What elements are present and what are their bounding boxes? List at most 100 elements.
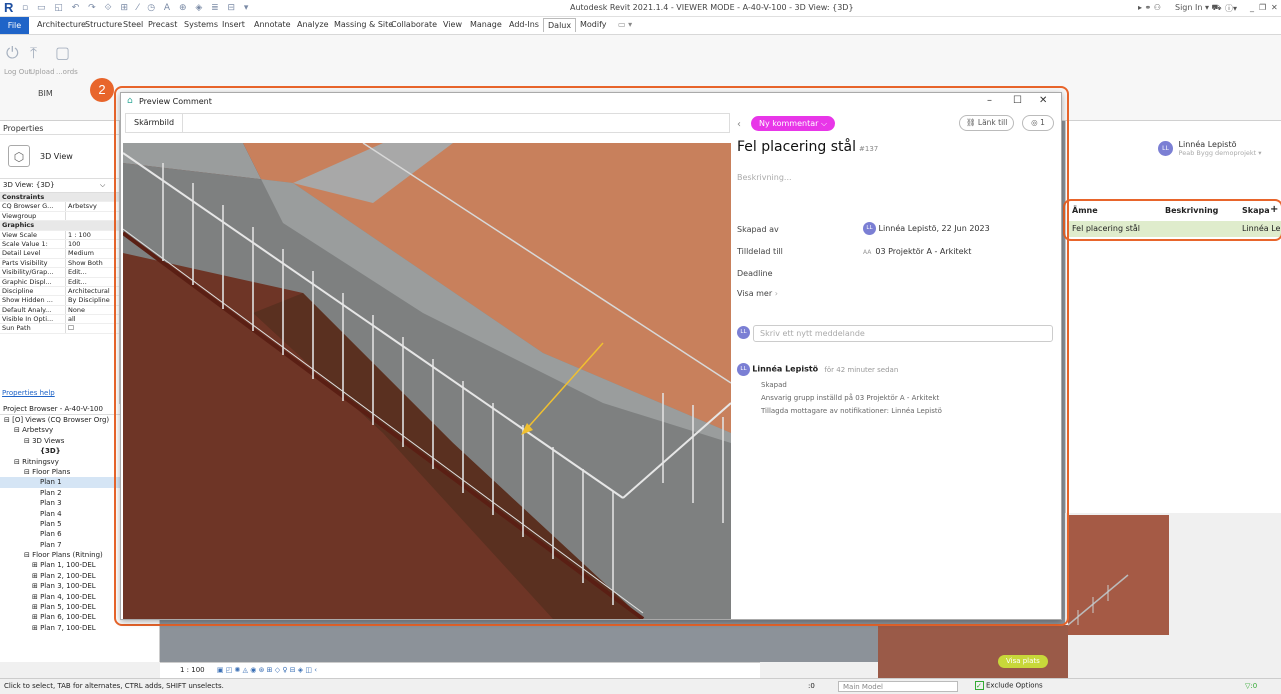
property-value[interactable]: Architectural — [66, 287, 119, 295]
model-selector[interactable]: Main Model — [838, 681, 958, 692]
tab-file[interactable]: File — [0, 17, 29, 34]
comment-icon[interactable]: ▢ — [55, 43, 70, 62]
stair-render — [123, 143, 731, 619]
property-row[interactable]: Scale Value 1: 100 — [0, 239, 119, 250]
property-value[interactable]: Show Both — [66, 259, 119, 267]
assigned-value[interactable]: AA 03 Projektör A - Arkitekt — [863, 247, 971, 256]
chevron-down-icon[interactable]: ⌵ — [100, 181, 105, 190]
user-block[interactable]: LL Linnéa Lepistö Peab Bygg demoprojekt … — [1158, 140, 1262, 157]
ribbon-options-icon[interactable]: ▭ ▾ — [618, 20, 632, 29]
comment-number: #137 — [859, 145, 879, 153]
property-row[interactable]: Sun Path ☐ — [0, 324, 119, 334]
tab-analyze[interactable]: Analyze — [297, 20, 329, 29]
status-pill[interactable]: Ny kommentar ⌵ — [751, 116, 836, 131]
link-to-button[interactable]: ⛓ Länk till — [959, 115, 1015, 131]
tab-steel[interactable]: Steel — [123, 20, 143, 29]
property-key: Detail Level — [0, 249, 66, 258]
watchers-button[interactable]: ◎ 1 — [1022, 115, 1054, 131]
property-value[interactable]: By Discipline — [66, 296, 119, 304]
property-category[interactable]: Constraints — [0, 193, 119, 203]
property-key: Visibility/Grap... — [0, 268, 66, 277]
minimize-icon[interactable]: _ — [1250, 3, 1254, 12]
property-value[interactable]: all — [66, 315, 119, 323]
property-value[interactable] — [66, 212, 119, 220]
property-key: Viewgroup — [0, 211, 66, 221]
view-scale[interactable]: 1 : 100 — [180, 666, 205, 674]
property-row[interactable]: View Scale 1 : 100 — [0, 230, 119, 240]
property-row[interactable]: Visibility/Grap... Edit... — [0, 268, 119, 278]
property-key: Discipline — [0, 286, 66, 296]
tab-screenshot[interactable]: Skärmbild — [134, 118, 174, 127]
property-category[interactable]: Graphics — [0, 221, 119, 231]
properties-help-link[interactable]: Properties help — [2, 389, 55, 397]
property-row[interactable]: Default Analy... None — [0, 305, 119, 316]
upload-icon[interactable]: ⤒ — [30, 43, 37, 63]
property-row[interactable]: Graphic Displ... Edit... — [0, 277, 119, 287]
close-icon[interactable]: ✕ — [1271, 3, 1278, 12]
property-value[interactable]: Edit... — [66, 268, 119, 276]
3d-view-icon: ⬡ — [8, 145, 30, 167]
tab-modify[interactable]: Modify — [580, 20, 607, 29]
property-row[interactable]: Show Hidden ... By Discipline — [0, 296, 119, 306]
zero-counter: :0 — [808, 682, 815, 690]
tab-systems[interactable]: Systems — [184, 20, 218, 29]
project-selector[interactable]: Peab Bygg demoprojekt ▾ — [1179, 149, 1262, 157]
revit-logo-icon[interactable]: R — [4, 1, 17, 15]
preview-window-title: Preview Comment — [139, 97, 212, 106]
property-key: Constraints — [2, 193, 45, 201]
preview-minimize-icon[interactable]: – — [987, 95, 992, 106]
quick-access-toolbar[interactable]: ▫ ▭ ◱ ↶ ↷ ⟐ ⊞ ⁄ ◷ A ⊕ ◈ ≣ ⊟ ▾ — [22, 3, 251, 13]
instance-selector[interactable]: 3D View: {3D} ⌵ — [0, 179, 119, 193]
tab-add-ins[interactable]: Add-Ins — [509, 20, 539, 29]
deadline-label[interactable]: Deadline — [737, 269, 773, 278]
filter-counter[interactable]: ▽:0 — [1245, 682, 1257, 690]
property-key: Sun Path — [0, 324, 66, 333]
preview-maximize-icon[interactable]: ☐ — [1013, 95, 1022, 106]
assigned-text: 03 Projektör A - Arkitekt — [875, 247, 972, 256]
property-value[interactable]: Medium — [66, 249, 119, 257]
property-key: CQ Browser G... — [0, 202, 66, 211]
type-selector[interactable]: ⬡ 3D View — [0, 135, 119, 179]
property-row[interactable]: Discipline Architectural — [0, 286, 119, 297]
tab-dalux[interactable]: Dalux — [543, 18, 577, 32]
tab-architecture[interactable]: Architecture — [37, 20, 86, 29]
property-value[interactable]: None — [66, 306, 119, 314]
property-value[interactable]: ☐ — [66, 324, 119, 332]
property-value[interactable]: Edit... — [66, 278, 119, 286]
cart-icon[interactable]: ▾ ⛟ — [1205, 3, 1222, 13]
tab-structure[interactable]: Structure — [85, 20, 122, 29]
power-icon[interactable]: ⏻ — [6, 43, 19, 63]
property-value[interactable]: Arbetsvy — [66, 202, 119, 210]
preview-close-icon[interactable]: ✕ — [1039, 95, 1047, 106]
thumbnail-railing — [1067, 574, 1129, 626]
new-message-input[interactable]: Skriv ett nytt meddelande — [753, 325, 1053, 342]
tab-insert[interactable]: Insert — [222, 20, 245, 29]
restore-icon[interactable]: ❐ — [1259, 3, 1266, 12]
property-value[interactable]: 1 : 100 — [66, 231, 119, 239]
tab-manage[interactable]: Manage — [470, 20, 502, 29]
property-row[interactable]: Detail Level Medium — [0, 249, 119, 259]
tab-massing[interactable]: Massing & Site — [334, 20, 393, 29]
property-value[interactable]: 100 — [66, 240, 119, 248]
help-icon[interactable]: ⓘ▾ — [1225, 3, 1237, 14]
sign-in-link[interactable]: Sign In — [1175, 3, 1202, 12]
tab-annotate[interactable]: Annotate — [254, 20, 291, 29]
property-row[interactable]: Visible In Opti... all — [0, 315, 119, 325]
annotation-badge-2: 2 — [90, 78, 114, 102]
show-more-link[interactable]: Visa mer › — [737, 289, 778, 298]
screenshot-image[interactable] — [123, 143, 731, 619]
property-row[interactable]: CQ Browser G... Arbetsvy — [0, 202, 119, 212]
tab-collaborate[interactable]: Collaborate — [391, 20, 437, 29]
back-icon[interactable]: ‹ — [737, 119, 741, 130]
property-row[interactable]: Viewgroup — [0, 211, 119, 222]
description-field[interactable]: Beskrivning... — [737, 173, 792, 182]
property-key: Scale Value 1: — [0, 239, 66, 249]
infocenter-icon[interactable]: ▸ ⚭ ⚇ — [1138, 3, 1161, 12]
tab-view[interactable]: View — [443, 20, 462, 29]
property-key: Graphics — [2, 221, 35, 230]
show-location-button[interactable]: Visa plats — [998, 655, 1048, 668]
view-controls-icons[interactable]: ▣ ◰ ✺ ◬ ◉ ⊛ ⊞ ◇ ♀ ⊟ ◈ ◫ ‹ — [217, 666, 317, 674]
property-row[interactable]: Parts Visibility Show Both — [0, 258, 119, 269]
checkbox-icon[interactable]: ✓ — [975, 681, 984, 690]
tab-precast[interactable]: Precast — [148, 20, 177, 29]
